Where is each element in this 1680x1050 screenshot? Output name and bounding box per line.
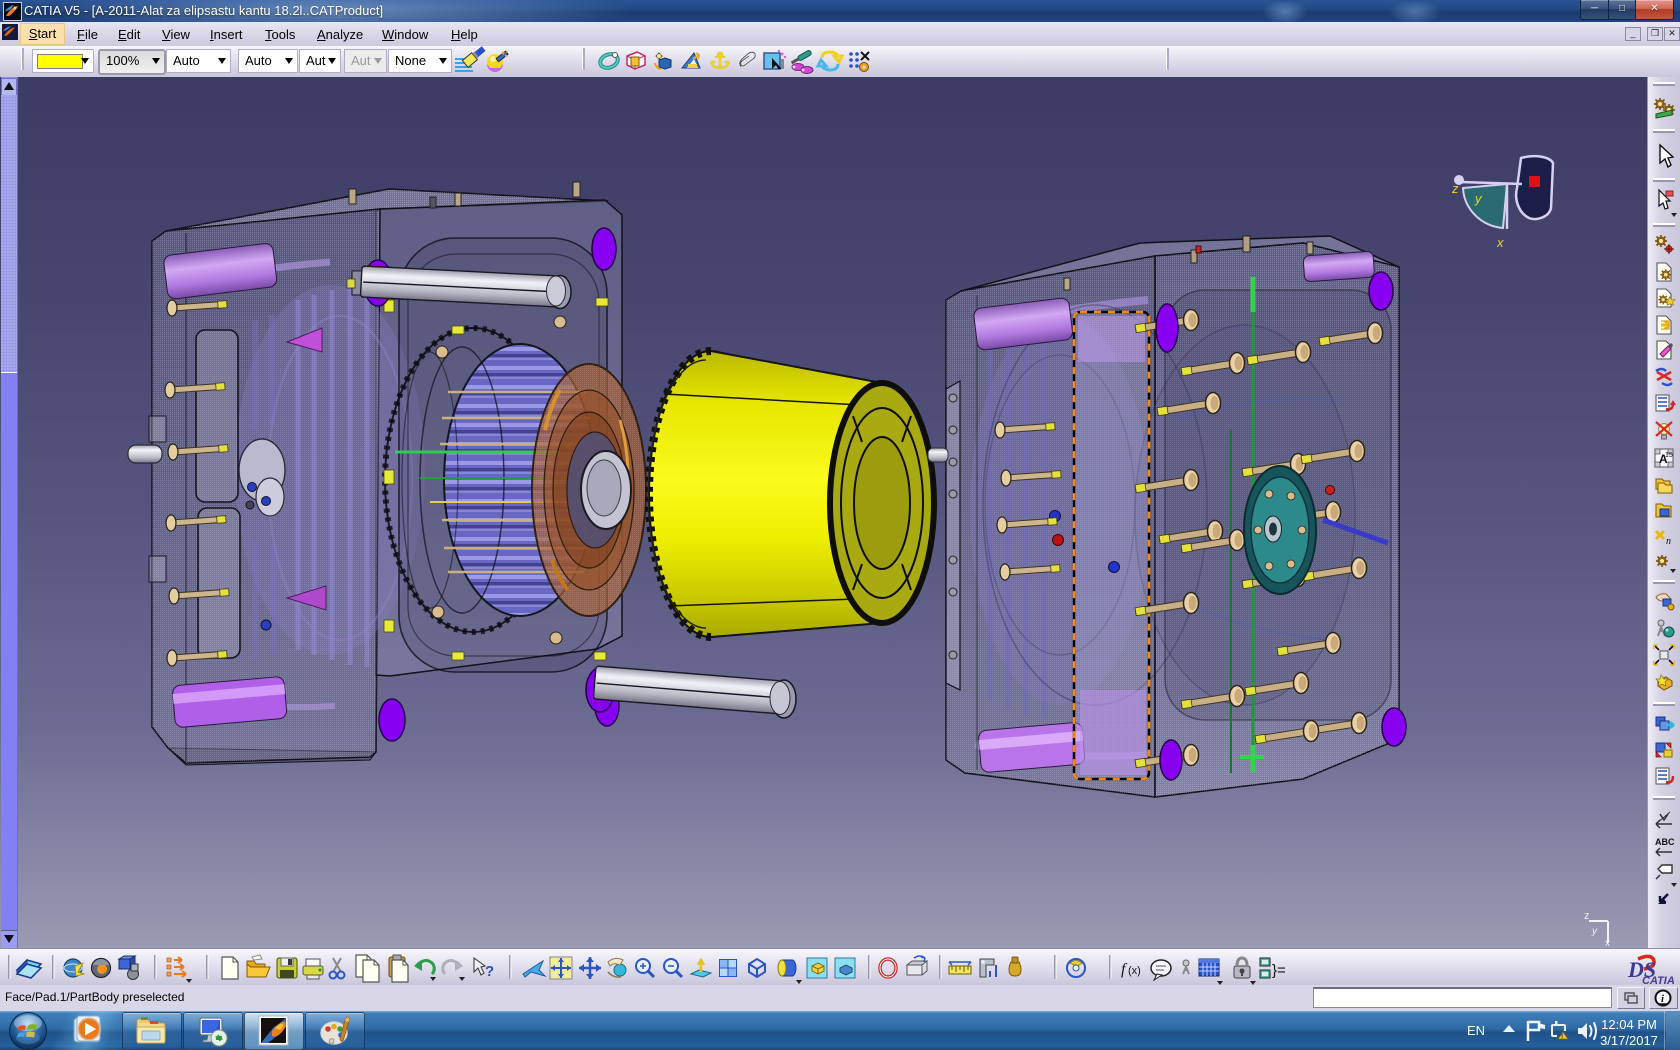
svg-text:ABC: ABC <box>1655 837 1675 847</box>
svg-text:!: ! <box>1561 1034 1563 1041</box>
svg-text:15: 15 <box>1665 452 1673 459</box>
svg-text:f: f <box>1121 961 1128 978</box>
svg-text:z: z <box>1584 910 1590 922</box>
svg-text:x: x <box>1496 235 1504 250</box>
svg-text:(x): (x) <box>1128 965 1141 977</box>
svg-text:n: n <box>1666 536 1671 547</box>
svg-text:y: y <box>1591 926 1598 937</box>
svg-text:x: x <box>1605 938 1610 948</box>
svg-text:}=: }= <box>1272 962 1286 979</box>
svg-text:?: ? <box>485 963 494 980</box>
svg-text:z: z <box>1451 181 1459 196</box>
